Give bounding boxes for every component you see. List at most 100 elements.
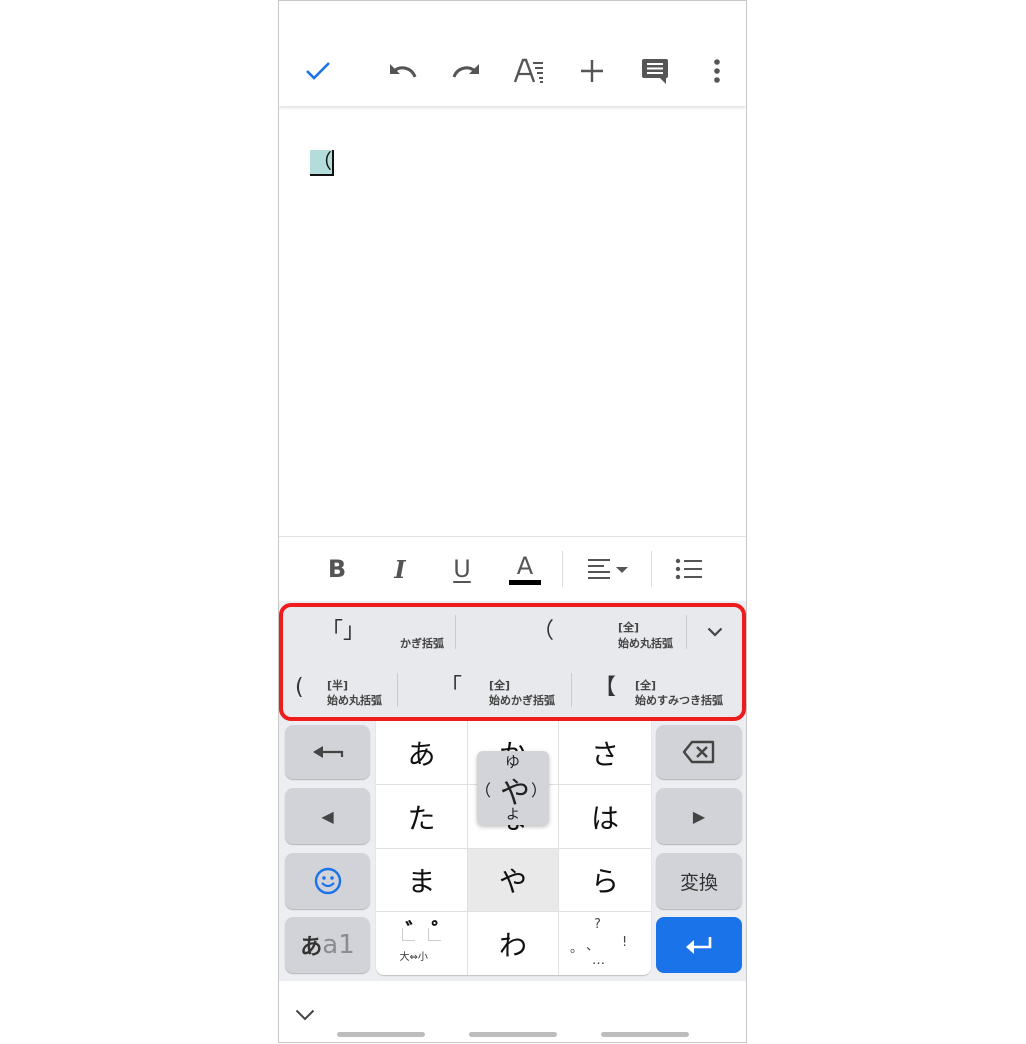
composing-highlight: （ <box>310 150 332 176</box>
key-a[interactable]: あ <box>376 721 468 785</box>
align-dropdown[interactable] <box>584 551 632 587</box>
underline-icon: U <box>453 555 471 583</box>
text-format-button[interactable] <box>511 53 547 89</box>
divider <box>562 551 563 587</box>
japanese-keyboard: 「」 かぎ括弧 （ [全] 始め丸括弧 ( [半] 始め丸括弧 「 [全] 始め… <box>279 601 746 981</box>
nav-gesture-pill[interactable] <box>601 1032 689 1037</box>
chevron-down-icon <box>707 627 723 637</box>
convert-label: 変換 <box>679 871 718 894</box>
bold-button[interactable]: B <box>317 551 357 587</box>
chevron-down-icon <box>295 1009 315 1021</box>
mode-kana-label: あ <box>300 935 323 960</box>
text-color-icon: A <box>516 551 534 580</box>
bulleted-list-button[interactable] <box>669 551 709 587</box>
key-ha[interactable]: は <box>559 785 651 849</box>
text-color-swatch <box>509 579 541 585</box>
cursor-right-key[interactable]: ▶ <box>656 788 742 844</box>
candidate-label: 始め丸括弧 <box>618 637 673 650</box>
dakuten-glyph: ゛ <box>405 919 428 945</box>
redo-icon <box>452 64 479 78</box>
system-nav-bar <box>279 981 746 1042</box>
candidate-symbol: 「」 <box>321 619 366 644</box>
exclamation-glyph: ! <box>622 934 628 950</box>
insert-plus-icon <box>581 60 603 82</box>
enter-icon <box>686 937 712 954</box>
phone-screen: （ B I U A 「」 かぎ括弧 （ [全] 始め丸括弧 ([半] 始め丸括… <box>278 0 747 1043</box>
emoji-key[interactable] <box>285 853 370 909</box>
candidate-label: 始めすみつき括弧 <box>635 694 723 707</box>
text-color-button[interactable]: A <box>505 551 545 587</box>
document-body[interactable]: （ <box>279 107 746 537</box>
key-dakuten-small[interactable]: ゛ ゜ 大⇔小 <box>376 912 468 975</box>
insert-button[interactable] <box>574 53 610 89</box>
composing-text: （ <box>310 150 334 176</box>
divider <box>651 551 652 587</box>
key-sa[interactable]: さ <box>559 721 651 785</box>
arrow-left-icon: ◀ <box>321 806 334 826</box>
candidate-label: 始め丸括弧 <box>327 694 382 707</box>
backspace-key[interactable] <box>656 725 742 779</box>
candidate-han-hajime-maru-kakko[interactable]: ( [半] 始め丸括弧 <box>283 663 397 715</box>
checkmark-icon <box>306 62 330 80</box>
comma-glyph: 、 <box>586 938 600 954</box>
underline-button[interactable]: U <box>442 551 482 587</box>
key-ta[interactable]: た <box>376 785 468 849</box>
key-punctuation[interactable]: ? 。 、 ! … <box>559 912 651 975</box>
candidate-label: 始めかぎ括弧 <box>489 694 555 707</box>
italic-icon: I <box>394 554 406 584</box>
bold-icon: B <box>327 555 347 583</box>
flick-popup: ゆ （ や ） よ <box>475 751 549 825</box>
backspace-icon <box>682 740 715 764</box>
text-format-icon <box>513 58 543 83</box>
convert-key[interactable]: 変換 <box>656 853 742 909</box>
input-mode-key[interactable]: あ a1 <box>285 917 370 973</box>
comment-button[interactable] <box>637 53 673 89</box>
divider <box>686 615 687 649</box>
hide-keyboard-button[interactable] <box>293 1005 317 1025</box>
undo-button[interactable] <box>385 53 421 89</box>
candidate-panel: 「」 かぎ括弧 （ [全] 始め丸括弧 ( [半] 始め丸括弧 「 [全] 始め… <box>279 603 746 721</box>
candidate-symbol: 「 <box>440 675 463 700</box>
candidate-tag: [全] <box>635 679 657 692</box>
candidate-symbol: ( <box>295 675 304 700</box>
italic-button[interactable]: I <box>380 551 420 587</box>
period-glyph: 。 <box>570 940 584 956</box>
mode-latin-label: a1 <box>322 930 355 960</box>
candidate-kagi-kakko[interactable]: 「」 かぎ括弧 <box>283 607 455 659</box>
flick-right: ） <box>531 781 548 800</box>
nav-gesture-pill[interactable] <box>469 1032 557 1037</box>
redo-button[interactable] <box>448 53 484 89</box>
more-vert-icon <box>714 59 720 83</box>
candidate-zen-hajime-sumitsuki-kakko[interactable]: 【 [全] 始めすみつき括弧 <box>572 663 742 715</box>
candidate-label: かぎ括弧 <box>400 637 444 650</box>
nav-gesture-pill[interactable] <box>337 1032 425 1037</box>
cursor-left-key[interactable]: ◀ <box>285 788 370 844</box>
size-toggle-label: 大⇔小 <box>399 951 428 963</box>
text-cursor <box>332 150 334 176</box>
flick-left: （ <box>475 781 492 800</box>
enter-key[interactable] <box>656 917 742 973</box>
candidate-tag: [全] <box>618 621 640 634</box>
handakuten-glyph: ゜ <box>431 919 454 945</box>
candidate-symbol: 【 <box>594 675 617 700</box>
undo-icon <box>390 64 417 78</box>
candidate-zen-hajime-kagi-kakko[interactable]: 「 [全] 始めかぎ括弧 <box>398 663 571 715</box>
comment-icon <box>642 59 668 84</box>
key-ma[interactable]: ま <box>376 849 468 912</box>
question-glyph: ? <box>594 916 601 932</box>
expand-candidates-button[interactable] <box>693 615 737 649</box>
formatting-bar: B I U A <box>279 536 746 602</box>
key-ra[interactable]: ら <box>559 849 651 912</box>
more-options-button[interactable] <box>699 53 735 89</box>
candidate-symbol: （ <box>532 619 555 644</box>
candidate-tag: [全] <box>489 679 511 692</box>
arrow-right-icon: ▶ <box>692 806 706 826</box>
key-ya[interactable]: や <box>468 849 559 912</box>
top-app-bar <box>279 1 746 106</box>
flick-bottom: よ <box>506 807 520 823</box>
done-button[interactable] <box>300 53 336 89</box>
key-wa[interactable]: わ <box>468 912 559 975</box>
undo-key[interactable] <box>285 725 370 779</box>
bulleted-list-icon <box>675 558 702 580</box>
candidate-zen-hajime-maru-kakko[interactable]: （ [全] 始め丸括弧 <box>456 607 686 659</box>
